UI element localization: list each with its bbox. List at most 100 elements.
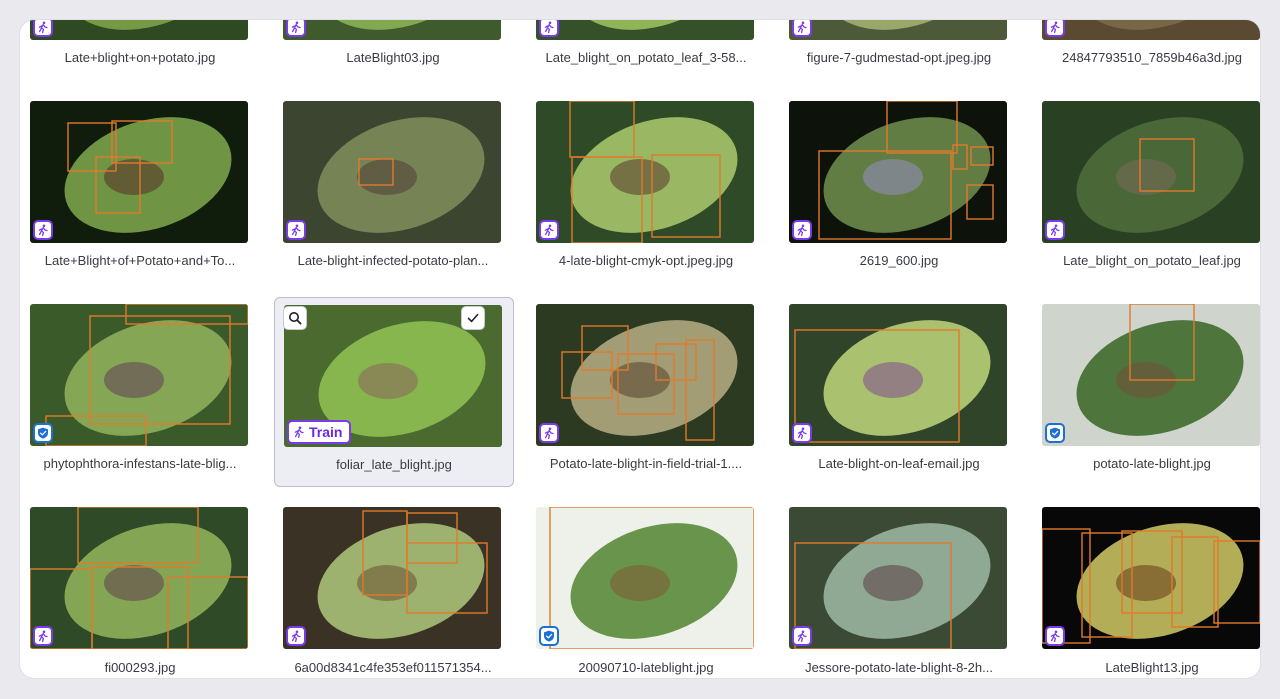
image-thumbnail[interactable] [789,507,1007,649]
thumbnail-photo [789,101,1007,243]
image-thumbnail[interactable] [789,20,1007,40]
checkmark-icon[interactable] [461,306,485,330]
shield-check-icon [1045,423,1065,443]
image-filename: Late_blight_on_potato_leaf.jpg [1063,253,1241,268]
image-card[interactable]: Late-blight-infected-potato-plan... [283,101,503,271]
image-card[interactable]: 20090710-lateblight.jpg [536,507,756,678]
blight-lesion [104,362,164,398]
image-thumbnail[interactable] [789,101,1007,243]
thumbnail-photo [1042,507,1260,649]
image-card[interactable]: figure-7-gudmestad-opt.jpeg.jpg [789,20,1009,68]
blight-lesion [1116,159,1176,195]
magnifier-icon[interactable] [283,306,307,330]
person-walking-icon [286,20,306,37]
image-card[interactable]: phytophthora-infestans-late-blig... [30,304,250,474]
image-filename: LateBlight13.jpg [1105,660,1199,675]
person-walking-icon [792,626,812,646]
thumbnail-photo [283,20,501,40]
image-thumbnail[interactable] [536,20,754,40]
person-walking-icon [286,220,306,240]
image-filename: 2619_600.jpg [859,253,939,268]
image-card[interactable]: 24847793510_7859b46a3d.jpg [1042,20,1260,68]
image-thumbnail[interactable] [1042,304,1260,446]
blight-lesion [357,159,417,195]
blight-lesion [104,565,164,601]
person-walking-icon [1045,20,1065,37]
image-thumbnail[interactable] [536,101,754,243]
image-thumbnail[interactable] [30,304,248,446]
person-walking-icon [792,423,812,443]
person-walking-icon [792,20,812,37]
image-card[interactable]: LateBlight13.jpg [1042,507,1260,678]
image-filename: Late+blight+on+potato.jpg [64,50,216,65]
thumbnail-photo [789,507,1007,649]
image-grid-window: Late+blight+on+potato.jpg LateBlight03.jp… [20,20,1260,678]
person-walking-icon [792,220,812,240]
image-card[interactable]: Late_blight_on_potato_leaf_3-58... [536,20,756,68]
image-thumbnail[interactable] [1042,101,1260,243]
blight-lesion [104,159,164,195]
thumbnail-photo [536,304,754,446]
blight-lesion [610,159,670,195]
shield-check-icon [539,626,559,646]
image-filename: Late-blight-infected-potato-plan... [297,253,489,268]
thumbnail-photo [536,20,754,40]
image-card[interactable]: Late_blight_on_potato_leaf.jpg [1042,101,1260,271]
thumbnail-photo [283,101,501,243]
image-card[interactable]: potato-late-blight.jpg [1042,304,1260,474]
blight-lesion [863,565,923,601]
image-card[interactable]: LateBlight03.jpg [283,20,503,68]
thumbnail-photo [1042,20,1260,40]
split-badge-train: Train [287,420,352,444]
person-walking-icon [1045,626,1065,646]
image-card[interactable]: 6a00d8341c4fe353ef011571354... [283,507,503,678]
image-thumbnail[interactable] [1042,507,1260,649]
image-filename: Late-blight-on-leaf-email.jpg [818,456,980,471]
image-card[interactable]: Late+blight+on+potato.jpg [30,20,250,68]
image-thumbnail[interactable] [536,304,754,446]
blight-lesion [1116,565,1176,601]
person-walking-icon [539,423,559,443]
thumbnail-photo [1042,101,1260,243]
thumbnail-photo [30,20,248,40]
person-walking-icon [33,220,53,240]
thumbnail-photo [30,507,248,649]
image-card[interactable]: 4-late-blight-cmyk-opt.jpeg.jpg [536,101,756,271]
image-filename: 20090710-lateblight.jpg [578,660,714,675]
image-card[interactable]: Late+Blight+of+Potato+and+To... [30,101,250,271]
image-thumbnail[interactable] [30,101,248,243]
image-thumbnail[interactable] [30,20,248,40]
image-card[interactable]: Jessore-potato-late-blight-8-2h... [789,507,1009,678]
person-walking-icon [286,626,306,646]
image-thumbnail[interactable] [283,20,501,40]
image-filename: Late_blight_on_potato_leaf_3-58... [545,50,747,65]
image-filename: 24847793510_7859b46a3d.jpg [1061,50,1243,65]
blight-lesion [358,363,418,399]
image-thumbnail[interactable] [1042,20,1260,40]
image-thumbnail[interactable] [283,101,501,243]
image-filename: LateBlight03.jpg [346,50,440,65]
person-walking-icon [33,20,53,37]
image-thumbnail[interactable] [536,507,754,649]
split-badge-label: Train [309,424,343,440]
image-thumbnail[interactable] [30,507,248,649]
image-filename: Potato-late-blight-in-field-trial-1.... [549,456,743,471]
shield-check-icon [33,423,53,443]
image-card[interactable]: Train foliar_late_blight.jpg [274,297,514,487]
blight-lesion [863,159,923,195]
image-thumbnail[interactable] [283,507,501,649]
thumbnail-photo [536,507,754,649]
thumbnail-photo [536,101,754,243]
image-card[interactable]: fi000293.jpg [30,507,250,678]
thumbnail-photo [1042,304,1260,446]
image-thumbnail[interactable] [789,304,1007,446]
thumbnail-photo [283,507,501,649]
image-card[interactable]: 2619_600.jpg [789,101,1009,271]
blight-lesion [610,565,670,601]
thumbnail-photo [789,20,1007,40]
person-walking-icon [539,20,559,37]
person-walking-icon [293,426,305,438]
image-card[interactable]: Potato-late-blight-in-field-trial-1.... [536,304,756,474]
image-card[interactable]: Late-blight-on-leaf-email.jpg [789,304,1009,474]
thumbnail-photo [789,304,1007,446]
